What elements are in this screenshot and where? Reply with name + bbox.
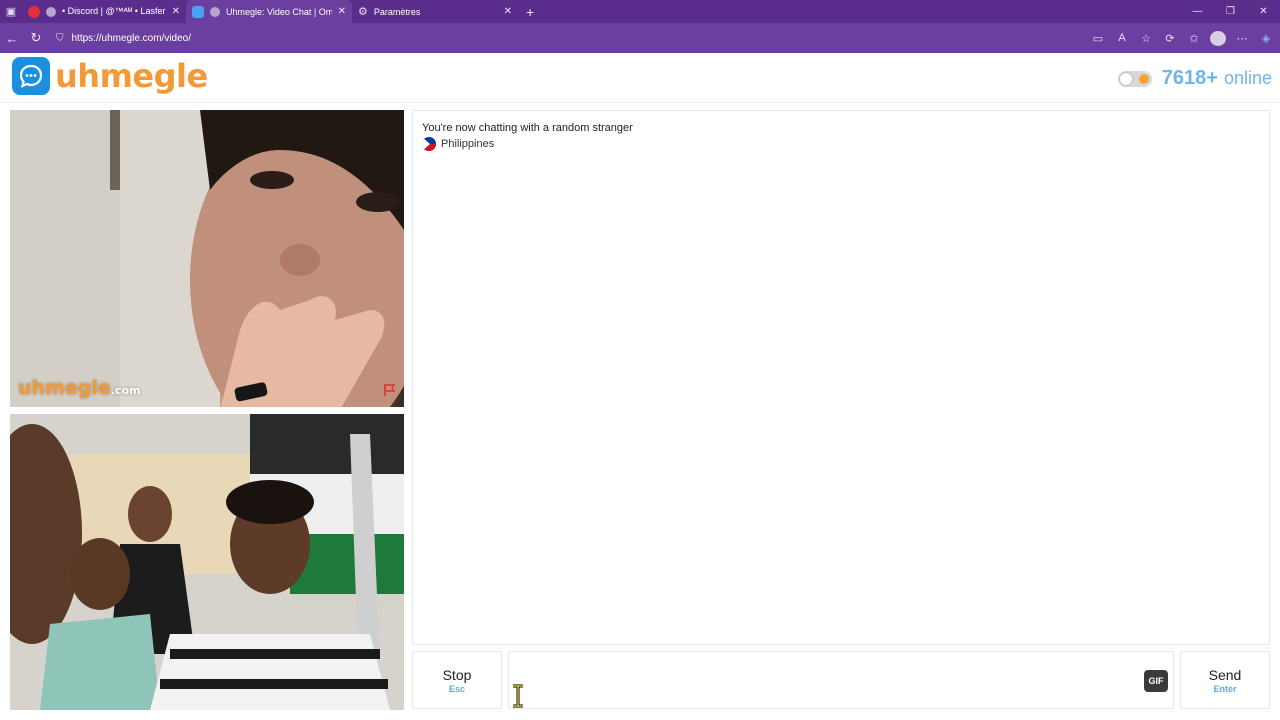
address-bar-icons: ▭ A ☆ ⟳ ✩ ⋯ ◈ xyxy=(1090,23,1274,53)
report-flag-icon[interactable] xyxy=(382,383,396,397)
gear-icon: ⚙ xyxy=(358,6,368,18)
audio-icon xyxy=(210,6,220,17)
favorites-icon[interactable]: ✩ xyxy=(1186,32,1202,45)
stranger-video-frame xyxy=(10,110,404,407)
favorite-star-icon[interactable]: ☆ xyxy=(1138,32,1154,45)
chat-bubble-logo-icon[interactable] xyxy=(12,57,50,95)
stop-label: Stop xyxy=(442,666,472,683)
copilot-icon[interactable]: ◈ xyxy=(1258,32,1274,45)
gif-button[interactable]: GIF xyxy=(1144,670,1168,692)
url-field[interactable]: ⛉ https://uhmegle.com/video/ xyxy=(56,28,1146,48)
country-name: Philippines xyxy=(441,138,495,150)
back-button[interactable]: ← xyxy=(0,23,24,53)
profile-avatar-icon[interactable] xyxy=(1210,30,1226,46)
send-label: Send xyxy=(1208,666,1242,683)
message-box: GIF xyxy=(508,651,1174,709)
site-header: uhmegle 7618+ online xyxy=(0,53,1280,103)
split-screen-icon[interactable]: ⟳ xyxy=(1162,32,1178,45)
close-tab-icon[interactable]: ✕ xyxy=(172,6,180,17)
minimize-button[interactable]: — xyxy=(1181,0,1214,23)
online-indicator: 7618+ online xyxy=(1117,67,1272,90)
watermark-suffix: .com xyxy=(110,384,141,397)
close-tab-icon[interactable]: ✕ xyxy=(504,6,512,17)
message-input[interactable] xyxy=(509,652,1173,708)
close-window-button[interactable]: ✕ xyxy=(1247,0,1280,23)
tab-uhmegle[interactable]: Uhmegle: Video Chat | Omeg ✕ xyxy=(186,0,352,23)
refresh-button[interactable]: ↻ xyxy=(24,23,48,53)
camera-icon[interactable]: ▭ xyxy=(1090,32,1106,45)
uhmegle-favicon-icon xyxy=(192,5,204,18)
tab-actions-icon[interactable]: ▣ xyxy=(0,0,22,23)
maximize-button[interactable]: ❐ xyxy=(1214,0,1247,23)
url-text: https://uhmegle.com/video/ xyxy=(71,32,192,44)
stop-shortcut: Esc xyxy=(448,683,465,694)
sun-icon xyxy=(1138,73,1149,84)
tab-settings[interactable]: ⚙ Paramètres ✕ xyxy=(352,0,518,23)
read-aloud-icon[interactable]: A xyxy=(1114,32,1130,44)
stop-button[interactable]: Stop Esc xyxy=(412,651,502,709)
self-video-frame xyxy=(10,414,404,710)
stranger-country: Philippines xyxy=(422,137,494,151)
theme-toggle[interactable] xyxy=(1117,70,1152,87)
online-count: 7618+ xyxy=(1161,67,1218,89)
audio-icon xyxy=(46,6,56,17)
tab-discord[interactable]: • Discord | @™ᴬᴹ • Lasfer ✨ ⁸ ✕ xyxy=(22,0,186,23)
browser-tab-bar: ▣ • Discord | @™ᴬᴹ • Lasfer ✨ ⁸ ✕ Uhmegl… xyxy=(0,0,1280,23)
chat-log: You're now chatting with a random strang… xyxy=(412,110,1270,645)
tab-title: Paramètres xyxy=(373,6,421,17)
site-info-icon[interactable]: ⛉ xyxy=(56,33,64,44)
send-shortcut: Enter xyxy=(1213,683,1237,694)
philippines-flag-icon xyxy=(422,137,436,151)
online-label: online xyxy=(1223,68,1272,88)
close-tab-icon[interactable]: ✕ xyxy=(338,6,346,17)
stranger-video: uhmegle.com xyxy=(10,110,404,407)
self-video xyxy=(10,414,404,710)
watermark-text: uhmegle xyxy=(18,377,111,399)
discord-favicon-icon xyxy=(28,5,40,18)
uhmegle-watermark: uhmegle.com xyxy=(18,377,140,399)
site-logo-text[interactable]: uhmegle xyxy=(55,57,208,95)
tab-title: Uhmegle: Video Chat | Omeg xyxy=(226,6,332,17)
new-tab-button[interactable]: + xyxy=(518,4,542,20)
text-cursor-icon xyxy=(513,684,523,708)
window-controls: — ❐ ✕ xyxy=(1181,0,1280,23)
chat-status-message: You're now chatting with a random strang… xyxy=(422,122,633,134)
send-button[interactable]: Send Enter xyxy=(1180,651,1270,709)
more-menu-icon[interactable]: ⋯ xyxy=(1234,32,1250,45)
tab-title: • Discord | @™ᴬᴹ • Lasfer ✨ ⁸ xyxy=(62,6,166,16)
